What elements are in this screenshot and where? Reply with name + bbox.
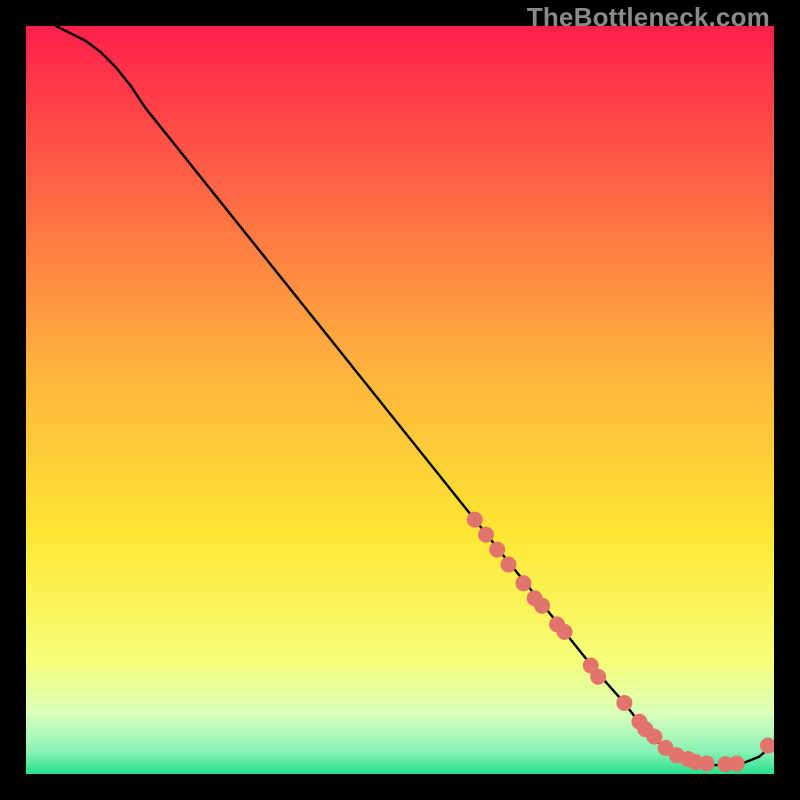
chart-svg [26,26,774,774]
chart-marker [616,695,632,711]
chart-marker [590,669,606,685]
chart-marker [500,557,516,573]
chart-background-gradient [26,26,774,774]
chart-marker [729,756,745,772]
chart-marker [489,542,505,558]
chart-marker [478,527,494,543]
chart-marker [699,756,715,772]
chart-marker [467,512,483,528]
chart-stage: TheBottleneck.com [0,0,800,800]
chart-marker [534,598,550,614]
chart-marker [557,624,573,640]
chart-marker [515,575,531,591]
